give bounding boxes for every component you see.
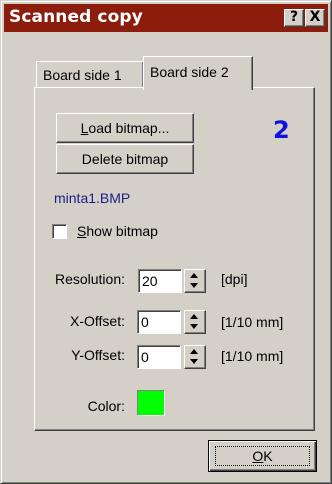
resolution-unit: [dpi] xyxy=(221,271,248,287)
show-bitmap-mnemonic: S xyxy=(77,223,87,239)
y-offset-spin-up-down-icon[interactable] xyxy=(184,345,206,369)
tab-board-side-1[interactable]: Board side 1 xyxy=(36,61,144,88)
show-bitmap-checkbox[interactable] xyxy=(52,224,67,239)
focus-rectangle xyxy=(215,446,310,466)
x-offset-spin-up-down-icon[interactable] xyxy=(184,310,206,334)
color-swatch[interactable] xyxy=(137,390,165,416)
ok-button[interactable]: OK xyxy=(208,440,317,472)
y-offset-unit: [1/10 mm] xyxy=(221,348,284,364)
window-title: Scanned copy xyxy=(9,7,143,27)
board-side-number: 2 xyxy=(273,116,290,144)
show-bitmap-label-text: how bitmap xyxy=(86,223,158,239)
scanned-copy-dialog: Scanned copy ? X Board side 1 Board side… xyxy=(0,0,332,484)
color-label: Color: xyxy=(87,398,125,414)
resolution-spin-up-down-icon[interactable] xyxy=(184,269,206,293)
resolution-label: Resolution: xyxy=(54,271,125,287)
load-bitmap-button[interactable]: Load bitmap... xyxy=(56,113,194,143)
x-offset-unit: [1/10 mm] xyxy=(221,314,284,330)
close-icon[interactable]: X xyxy=(305,9,325,27)
x-offset-label: X-Offset: xyxy=(70,313,125,329)
y-offset-label: Y-Offset: xyxy=(71,347,125,363)
show-bitmap-label[interactable]: Show bitmap xyxy=(77,223,158,239)
help-icon[interactable]: ? xyxy=(284,9,304,27)
y-offset-input[interactable]: 0 xyxy=(137,345,181,369)
bitmap-filename: minta1.BMP xyxy=(54,190,131,206)
tab-board-side-2[interactable]: Board side 2 xyxy=(143,56,253,90)
x-offset-input[interactable]: 0 xyxy=(137,310,181,334)
load-bitmap-label: oad bitmap... xyxy=(88,120,170,136)
resolution-input[interactable]: 20 xyxy=(138,269,182,293)
delete-bitmap-button[interactable]: Delete bitmap xyxy=(56,144,194,174)
title-bar[interactable]: Scanned copy ? X xyxy=(4,4,328,32)
